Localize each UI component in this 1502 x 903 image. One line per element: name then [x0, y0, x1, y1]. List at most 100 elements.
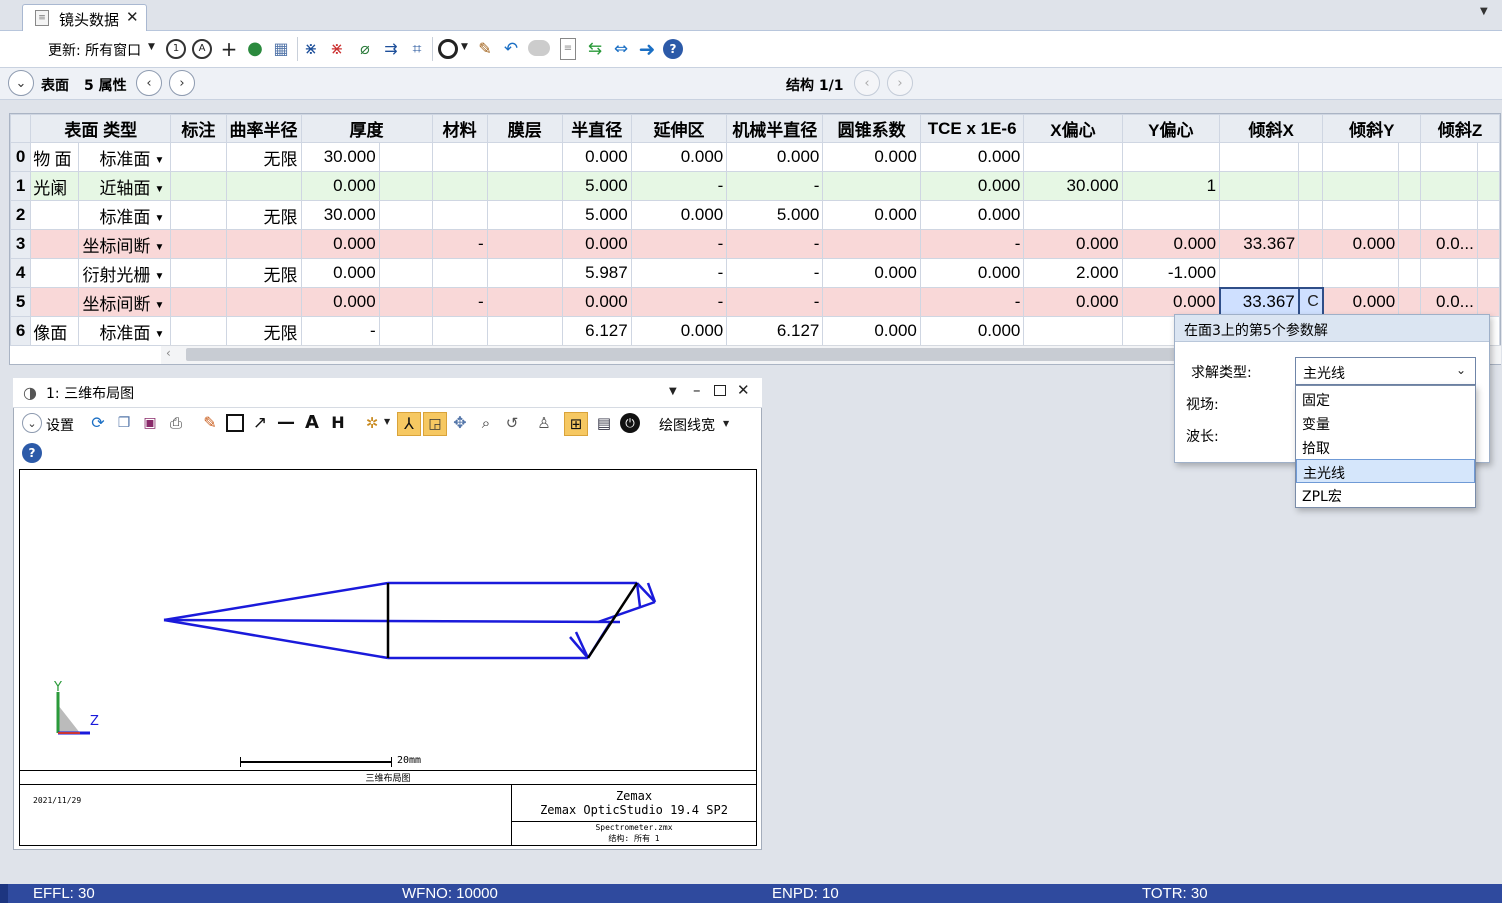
chevron-down-icon[interactable]: ▼ — [154, 184, 164, 195]
cell-comment[interactable] — [170, 142, 227, 172]
cell-thickness[interactable]: 0.000 — [300, 258, 380, 288]
cell-conic[interactable]: 0.000 — [822, 200, 921, 230]
cell-thickness[interactable]: 30.000 — [300, 142, 380, 172]
header-surface-type[interactable]: 表面 类型 — [30, 114, 172, 143]
cell-comment[interactable] — [170, 171, 227, 201]
header-y-decenter[interactable]: Y偏心 — [1121, 114, 1221, 143]
header-chip-zone[interactable]: 延伸区 — [630, 114, 728, 143]
cell-material[interactable] — [431, 171, 488, 201]
close-icon[interactable]: ✕ — [737, 383, 750, 398]
cell-tce[interactable]: 0.000 — [919, 142, 1025, 172]
properties-label[interactable]: 5 属性 — [84, 75, 127, 95]
map-icon[interactable]: ▦ — [270, 38, 292, 60]
header-tilt-x[interactable]: 倾斜X — [1219, 114, 1324, 143]
cell-comment-prefix[interactable] — [30, 258, 80, 288]
tab-list-dropdown-icon[interactable]: ▼ — [1480, 7, 1488, 17]
cell-tce[interactable]: - — [919, 229, 1025, 259]
chevron-down-icon[interactable]: ▼ — [148, 43, 155, 52]
cell-tilt-z[interactable] — [1420, 171, 1478, 201]
cell-tilt-y-solve[interactable] — [1398, 258, 1422, 288]
window-menu-icon[interactable]: ▼ — [669, 387, 677, 397]
cell-tilt-x-solve[interactable] — [1298, 171, 1324, 201]
cell-surface-type[interactable]: 近轴面 ▼ — [78, 171, 172, 201]
cell-conic[interactable]: 0.000 — [822, 258, 921, 288]
cell-x-decenter[interactable] — [1023, 142, 1123, 172]
cell-y-decenter[interactable]: -1.000 — [1121, 258, 1221, 288]
cell-conic[interactable] — [822, 171, 921, 201]
cell-y-decenter[interactable]: 0.000 — [1121, 287, 1221, 317]
cell-conic[interactable]: 0.000 — [822, 142, 921, 172]
cell-tilt-y[interactable] — [1322, 171, 1400, 201]
update-dropdown[interactable]: 更新: 所有窗口 — [48, 40, 141, 60]
cell-material[interactable] — [431, 200, 488, 230]
chevron-down-icon[interactable]: ▼ — [154, 213, 164, 224]
arrow-line-icon[interactable]: ↗ — [250, 413, 270, 433]
cell-tilt-z[interactable] — [1420, 200, 1478, 230]
save-icon[interactable]: ▣ — [140, 413, 160, 433]
option-chief-ray[interactable]: 主光线 — [1296, 459, 1475, 483]
tab-close-button[interactable]: ✕ — [126, 8, 139, 26]
cell-mech-semi-dia[interactable]: 6.127 — [726, 316, 824, 346]
header-tilt-z[interactable]: 倾斜Z — [1420, 114, 1500, 143]
cell-y-decenter[interactable] — [1121, 142, 1221, 172]
chevron-down-icon[interactable]: ▼ — [154, 271, 164, 282]
crosshair-icon[interactable]: + — [218, 38, 240, 60]
line-icon[interactable]: — — [276, 413, 296, 433]
cell-tilt-z[interactable] — [1420, 142, 1478, 172]
settings-label[interactable]: 设置 — [46, 415, 74, 435]
cell-comment[interactable] — [170, 258, 227, 288]
cell-tilt-x-solve[interactable] — [1298, 142, 1324, 172]
cell-semi-diameter[interactable]: 6.127 — [561, 316, 632, 346]
help-icon[interactable]: ? — [663, 39, 683, 59]
scroll-left-icon[interactable]: ‹ — [166, 347, 171, 359]
chevron-down-icon[interactable]: ▼ — [154, 155, 164, 166]
next-surface-button[interactable]: › — [169, 70, 195, 96]
cell-comment-prefix[interactable]: 像面 — [30, 316, 80, 346]
brush-icon[interactable]: ✎ — [474, 38, 496, 60]
cell-y-decenter[interactable]: 1 — [1121, 171, 1221, 201]
cell-tilt-y[interactable]: 0.000 — [1322, 229, 1400, 259]
surface-label[interactable]: 表面 — [41, 75, 69, 95]
cell-tilt-z-solve[interactable] — [1476, 287, 1501, 317]
dimension-icon[interactable]: H — [327, 413, 349, 433]
layout-plot[interactable]: Y Z 20mm 三维布局图 2021/11/29 Zemax Zemax Op… — [19, 469, 757, 846]
cell-conic[interactable]: 0.000 — [822, 316, 921, 346]
cell-tilt-z-solve[interactable] — [1476, 171, 1501, 201]
cell-x-decenter[interactable] — [1023, 200, 1123, 230]
cell-semi-diameter[interactable]: 5.000 — [561, 171, 632, 201]
cell-comment[interactable] — [170, 316, 227, 346]
header-conic[interactable]: 圆锥系数 — [822, 114, 921, 143]
update-one-icon[interactable]: 1 — [166, 39, 186, 59]
chevron-down-icon[interactable]: ▼ — [154, 300, 164, 311]
option-fixed[interactable]: 固定 — [1296, 387, 1475, 411]
copy-icon[interactable]: ❐ — [114, 413, 134, 433]
cell-chip-zone[interactable]: - — [630, 258, 728, 288]
arrow-right-icon[interactable]: ➜ — [636, 38, 658, 60]
cell-mech-semi-dia[interactable]: 5.000 — [726, 200, 824, 230]
minimize-icon[interactable]: – — [693, 383, 701, 398]
cell-tilt-y-solve[interactable] — [1398, 229, 1422, 259]
power-icon[interactable]: ⏻ — [620, 413, 640, 433]
cell-tilt-y[interactable] — [1322, 258, 1400, 288]
cell-radius[interactable]: 无限 — [225, 258, 302, 288]
cell-tilt-y-solve[interactable] — [1398, 171, 1422, 201]
table-row[interactable]: 2 标准面 ▼ 无限 30.000 5.000 0.000 5.000 0.000 0.000 — [9, 200, 1501, 230]
rotate-3d-icon[interactable]: ✲ — [362, 413, 382, 433]
lens-icon[interactable]: ⌀ — [354, 38, 376, 60]
cell-radius[interactable]: 无限 — [225, 200, 302, 230]
cell-chip-zone[interactable]: - — [630, 287, 728, 317]
cell-radius[interactable] — [225, 287, 302, 317]
cell-tilt-y-solve[interactable] — [1398, 142, 1422, 172]
cell-tilt-z-solve[interactable] — [1476, 258, 1501, 288]
element-icon[interactable]: ⌗ — [406, 38, 428, 60]
cell-tilt-y[interactable]: 0.000 — [1322, 287, 1400, 317]
table-row[interactable]: 1 光阑 近轴面 ▼ 0.000 5.000- -0.000 30.000 1 — [9, 171, 1501, 201]
cell-tilt-z-solve[interactable] — [1476, 200, 1501, 230]
delete-surface-icon[interactable]: ⋇ — [326, 38, 348, 60]
option-zpl-macro[interactable]: ZPL宏 — [1296, 483, 1475, 507]
toggle-icon[interactable] — [528, 40, 550, 56]
cell-material[interactable]: - — [431, 229, 488, 259]
settings-toggle-button[interactable]: ⌄ — [22, 413, 42, 433]
reverse-icon[interactable]: ⇉ — [380, 38, 402, 60]
cell-conic[interactable] — [822, 287, 921, 317]
